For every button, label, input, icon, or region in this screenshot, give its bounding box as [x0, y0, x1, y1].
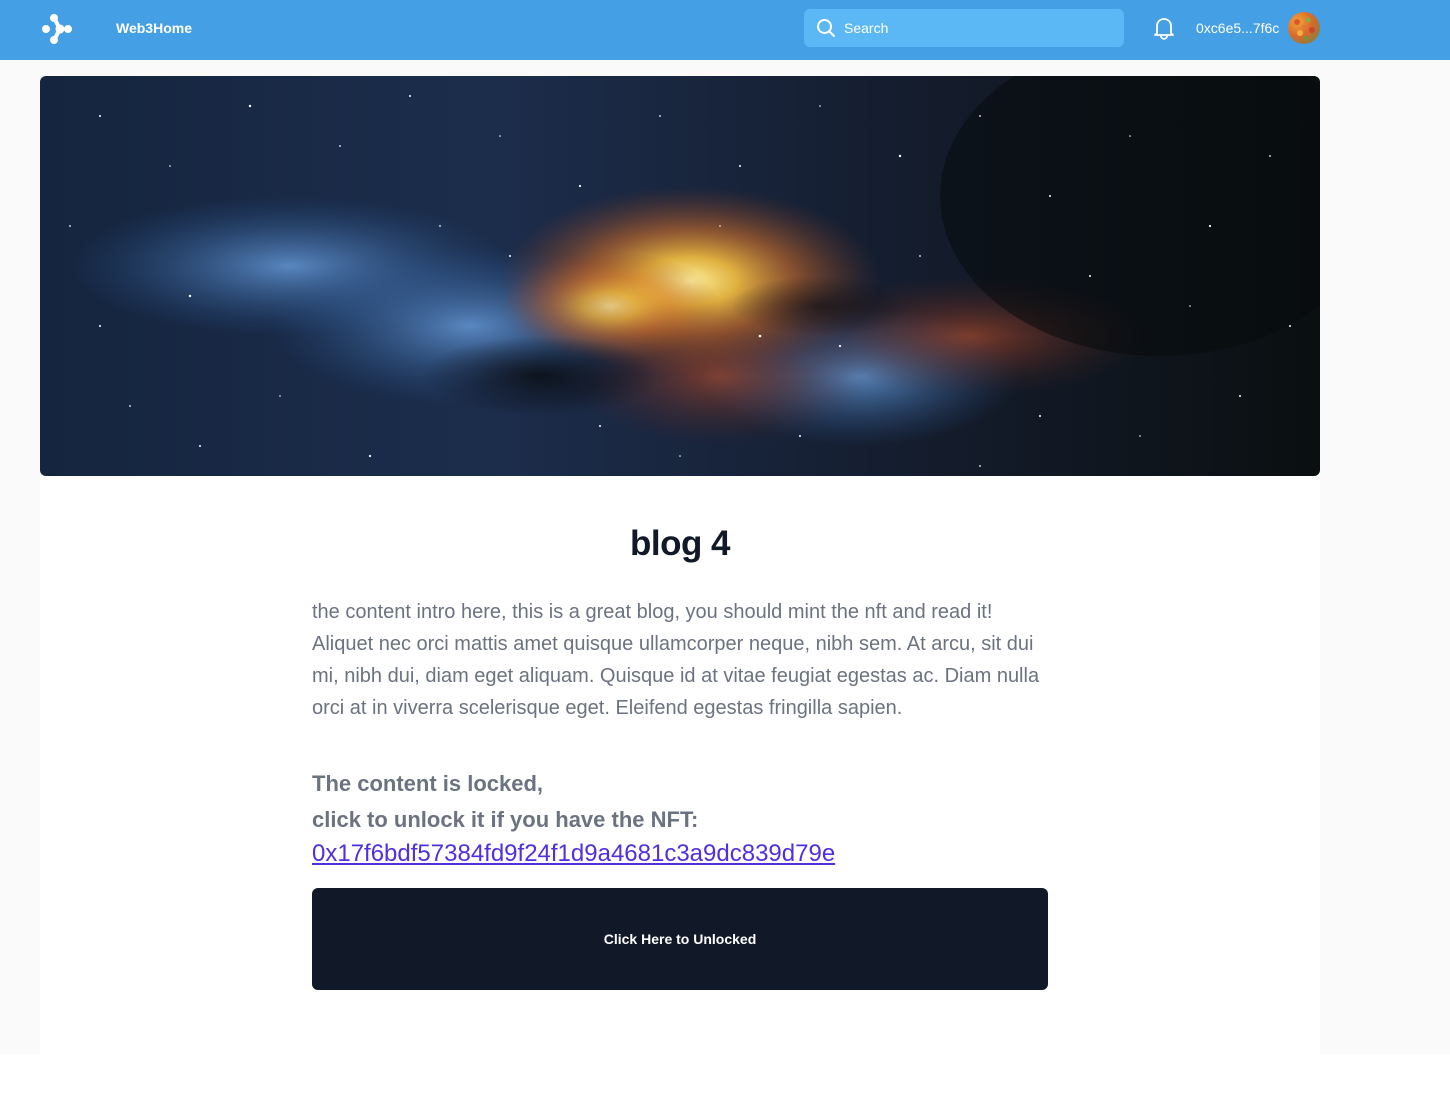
locked-notice: The content is locked, click to unlock i…: [312, 766, 1048, 838]
search-input[interactable]: [844, 9, 1114, 47]
search-box[interactable]: [804, 9, 1124, 47]
top-navbar: Web3Home 0xc6e5...7f6c: [0, 0, 1450, 60]
brand-name[interactable]: Web3Home: [116, 19, 192, 37]
unlock-button[interactable]: Click Here to Unlocked: [312, 888, 1048, 990]
logo-icon[interactable]: [40, 12, 74, 46]
page-background-right: [1320, 60, 1450, 1054]
locked-notice-line2: click to unlock it if you have the NFT:: [312, 807, 699, 832]
locked-notice-line1: The content is locked,: [312, 771, 544, 796]
page-background-left: [0, 60, 40, 1054]
avatar[interactable]: [1288, 12, 1320, 44]
hero-image: [40, 76, 1320, 476]
post-title: blog 4: [629, 524, 731, 563]
nft-contract-link[interactable]: 0x17f6bdf57384fd9f24f1d9a4681c3a9dc839d7…: [312, 837, 835, 871]
page-background: [0, 60, 1450, 76]
wallet-address[interactable]: 0xc6e5...7f6c: [1196, 20, 1279, 36]
bell-icon[interactable]: [1153, 16, 1175, 40]
blog-post-card: blog 4 the content intro here, this is a…: [40, 76, 1320, 1054]
post-intro: the content intro here, this is a great …: [312, 601, 1040, 719]
search-icon: [816, 18, 836, 38]
